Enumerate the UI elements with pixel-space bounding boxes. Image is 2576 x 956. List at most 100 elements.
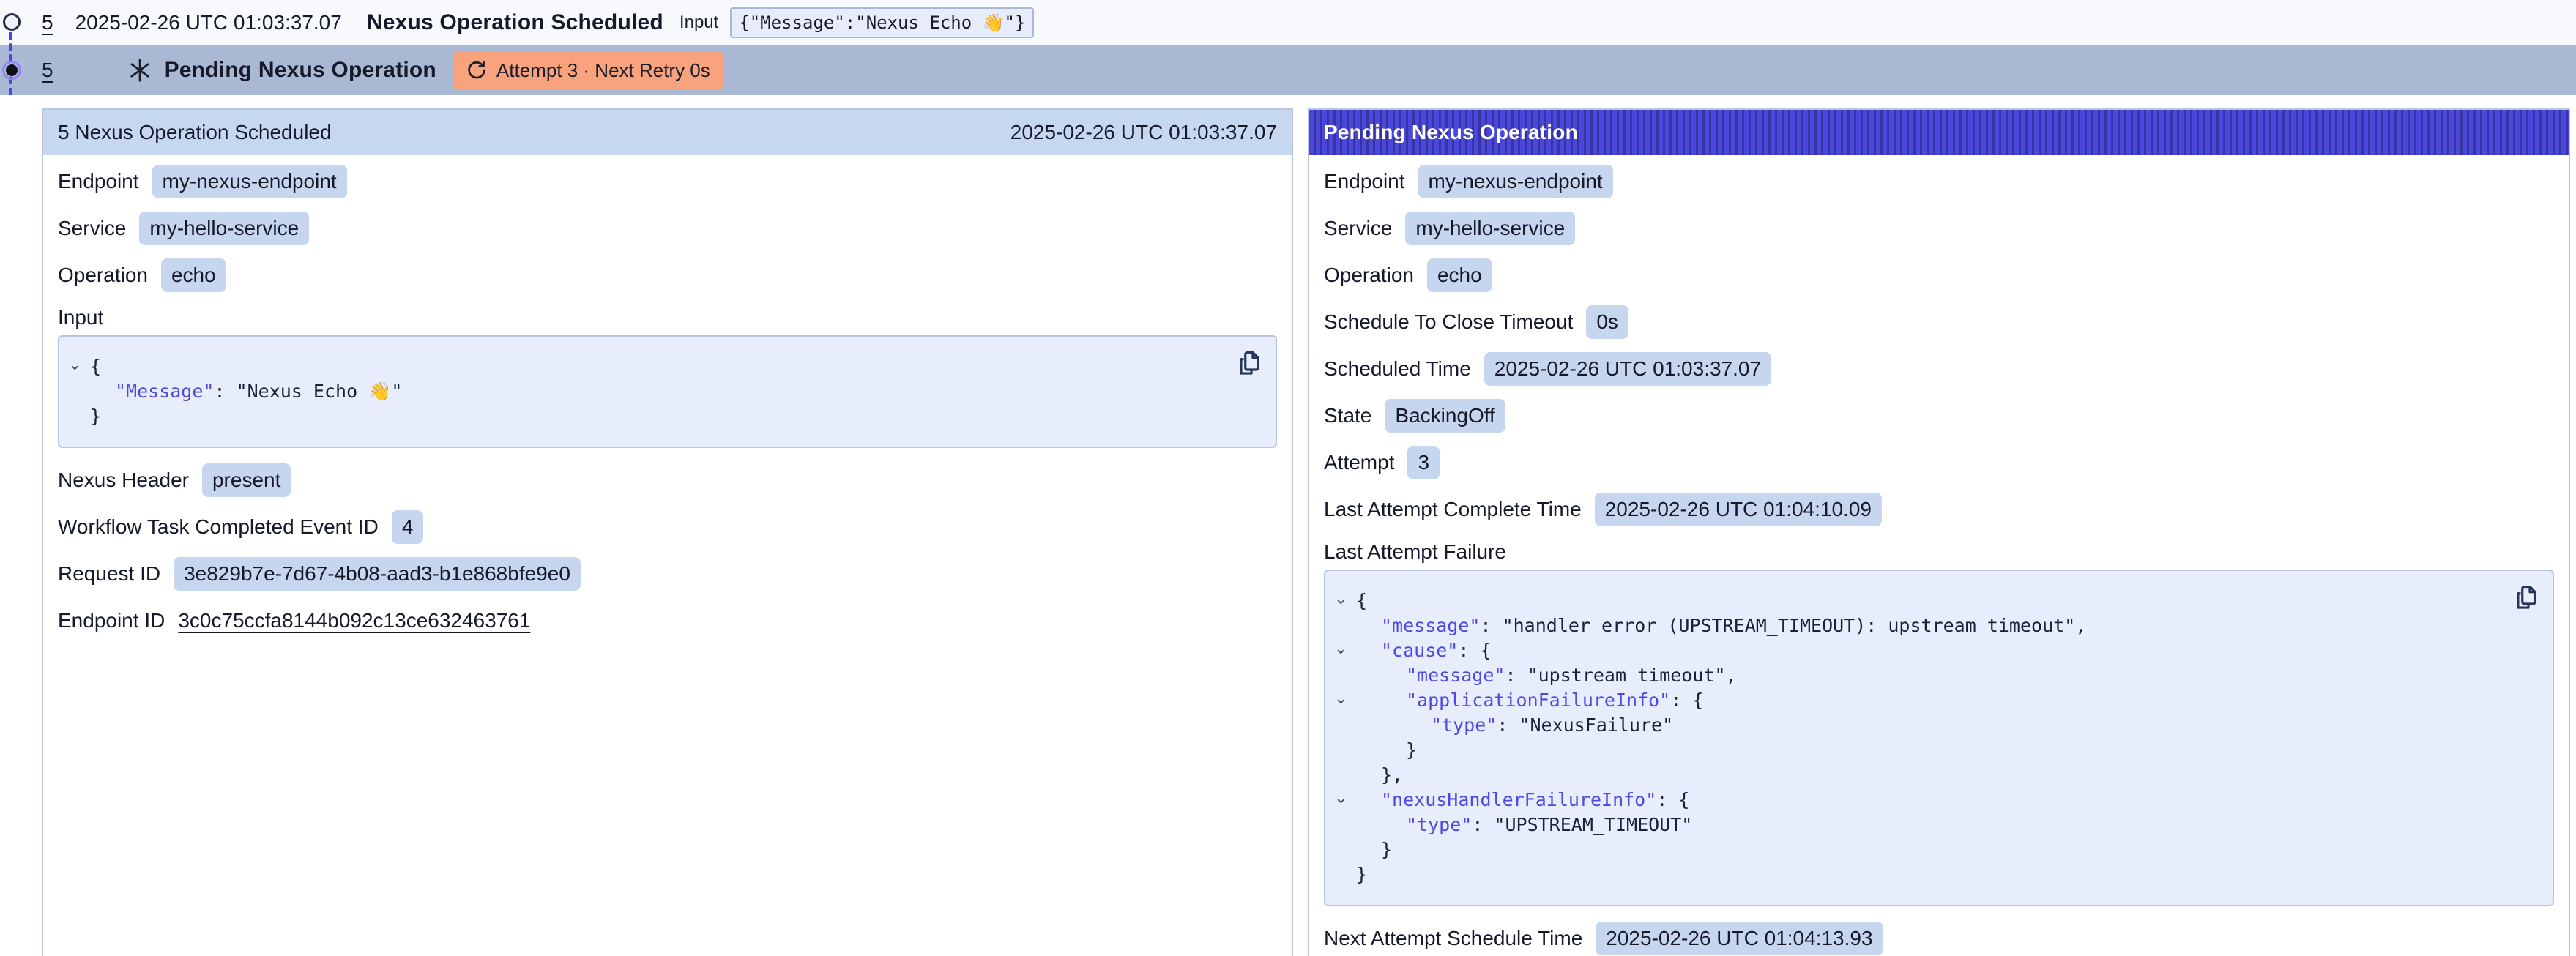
field-value-badge: present <box>202 463 291 497</box>
json-line-text: "type": "UPSTREAM_TIMEOUT" <box>1356 814 1692 835</box>
panel-timestamp: 2025-02-26 UTC 01:03:37.07 <box>1010 121 1277 144</box>
field-label: Last Attempt Complete Time <box>1324 498 1582 521</box>
event-id-link[interactable]: 5 <box>42 11 53 34</box>
field-group: Next Attempt Schedule Time 2025-02-26 UTC… <box>1324 915 2554 956</box>
json-content: ⌄{"message": "handler error (UPSTREAM_TI… <box>1356 589 2501 887</box>
json-line: ⌄{ <box>90 354 1224 379</box>
detail-field-row: Service my-hello-service <box>58 205 1277 252</box>
field-label: Attempt <box>1324 451 1394 474</box>
json-line-text: "type": "NexusFailure" <box>1356 714 1673 736</box>
json-line-text: }, <box>1356 764 1403 785</box>
scheduled-panel-header: 5 Nexus Operation Scheduled 2025-02-26 U… <box>43 110 1292 155</box>
json-line: } <box>1356 862 2501 887</box>
timeline-current-dot-icon <box>2 61 21 80</box>
field-value-badge: my-hello-service <box>1405 212 1575 245</box>
field-value-badge: 2025-02-26 UTC 01:03:37.07 <box>1484 352 1771 386</box>
json-line: ⌄{ <box>1356 589 2501 613</box>
json-line: "type": "NexusFailure" <box>1356 713 2501 738</box>
last-attempt-failure-label: Last Attempt Failure <box>1324 533 2554 570</box>
retry-icon <box>466 59 488 81</box>
timeline-start-circle-icon <box>3 13 21 31</box>
field-value-badge: 4 <box>392 510 424 544</box>
copy-icon[interactable] <box>2512 581 2541 613</box>
json-line: "message": "upstream timeout", <box>1356 663 2501 688</box>
field-group: Endpointmy-nexus-endpoint Service my-hello… <box>58 158 1277 299</box>
panel-title: 5 Nexus Operation Scheduled <box>58 121 332 144</box>
field-label: Next Attempt Schedule Time <box>1324 927 1582 950</box>
detail-field-row: Nexus Header present <box>58 457 1277 504</box>
collapse-chevron-icon[interactable]: ⌄ <box>1334 587 1347 612</box>
field-value-link[interactable]: 3c0c75ccfa8144b092c13ce632463761 <box>178 609 530 632</box>
detail-field-row: Schedule To Close Timeout0s <box>1324 299 2554 346</box>
attempt-retry-badge: Attempt 3 · Next Retry 0s <box>453 52 723 89</box>
event-detail-panel-scheduled: 5 Nexus Operation Scheduled 2025-02-26 U… <box>42 108 1293 956</box>
field-value-badge: BackingOff <box>1385 399 1505 433</box>
field-label: Endpoint ID <box>58 609 165 632</box>
field-label: Operation <box>58 264 148 287</box>
json-line: "message": "handler error (UPSTREAM_TIME… <box>1356 613 2501 638</box>
json-line: } <box>1356 738 2501 763</box>
detail-field-row: Service my-hello-service <box>1324 205 2554 252</box>
field-value-badge: 2025-02-26 UTC 01:04:13.93 <box>1596 922 1883 955</box>
pending-asterisk-icon <box>127 57 153 83</box>
history-row-nexus-operation-scheduled[interactable]: 5 2025-02-26 UTC 01:03:37.07 Nexus Opera… <box>0 0 2576 45</box>
attempt-retry-text: Attempt 3 · Next Retry 0s <box>496 59 710 82</box>
event-title: Nexus Operation Scheduled <box>367 10 663 35</box>
detail-field-row: Last Attempt Complete Time 2025-02-26 UTC… <box>1324 486 2554 533</box>
input-section-label: Input <box>58 299 1277 335</box>
field-value-badge: 2025-02-26 UTC 01:04:10.09 <box>1595 493 1882 526</box>
json-line-text: { <box>1356 590 1367 611</box>
copy-icon[interactable] <box>1235 347 1264 379</box>
field-label: Workflow Task Completed Event ID <box>58 515 379 539</box>
detail-field-row: Endpointmy-nexus-endpoint <box>58 158 1277 205</box>
detail-field-row: Workflow Task Completed Event ID 4 <box>58 504 1277 550</box>
json-line-text: "message": "handler error (UPSTREAM_TIME… <box>1356 615 2086 636</box>
field-value-badge: my-hello-service <box>139 212 309 245</box>
json-line-text: "nexusHandlerFailureInfo": { <box>1356 789 1689 810</box>
json-line: } <box>1356 837 2501 862</box>
detail-field-row: Endpointmy-nexus-endpoint <box>1324 158 2554 205</box>
field-label: Schedule To Close Timeout <box>1324 310 1573 334</box>
history-row-pending-nexus-operation[interactable]: 5 Pending Nexus Operation Attempt 3 · Ne… <box>0 45 2576 95</box>
json-line: "type": "UPSTREAM_TIMEOUT" <box>1356 813 2501 837</box>
event-input-chip[interactable]: {"Message":"Nexus Echo 👋"} <box>730 7 1034 38</box>
json-line: } <box>90 404 1224 429</box>
collapse-chevron-icon[interactable]: ⌄ <box>1334 786 1347 811</box>
json-line-text: "message": "upstream timeout", <box>1356 665 1737 686</box>
field-label: Scheduled Time <box>1324 357 1471 381</box>
json-line-text: } <box>1356 839 1392 860</box>
collapse-chevron-icon[interactable]: ⌄ <box>1334 687 1347 712</box>
json-line: "Message": "Nexus Echo 👋" <box>90 379 1224 404</box>
json-line-text: "Message": "Nexus Echo 👋" <box>90 381 402 402</box>
field-group: Endpointmy-nexus-endpoint Service my-hello… <box>1324 158 2554 533</box>
json-line: ⌄"cause": { <box>1356 638 2501 663</box>
detail-field-row: State BackingOff <box>1324 392 2554 439</box>
event-timestamp: 2025-02-26 UTC 01:03:37.07 <box>75 11 342 34</box>
field-label: Request ID <box>58 562 160 586</box>
json-line-text: } <box>1356 739 1417 761</box>
field-group: Nexus Header present Workflow Task Complet… <box>58 457 1277 644</box>
field-label: Nexus Header <box>58 468 189 492</box>
field-value-badge: echo <box>1427 258 1492 292</box>
json-line-text: } <box>1356 864 1367 885</box>
collapse-chevron-icon[interactable]: ⌄ <box>1334 637 1347 662</box>
json-line-text: "applicationFailureInfo": { <box>1356 690 1703 711</box>
failure-json-viewer: ⌄{"message": "handler error (UPSTREAM_TI… <box>1324 570 2554 906</box>
field-label: Service <box>1324 217 1392 240</box>
json-line: }, <box>1356 763 2501 788</box>
panel-title: Pending Nexus Operation <box>1324 121 1578 144</box>
json-line-text: "cause": { <box>1356 640 1492 661</box>
detail-field-row: Operation echo <box>1324 252 2554 299</box>
pending-panel-header: Pending Nexus Operation <box>1309 110 2569 155</box>
field-label: Service <box>58 217 126 240</box>
detail-field-row: Endpoint ID 3c0c75ccfa8144b092c13ce632463… <box>58 597 1277 644</box>
field-value-badge: 3 <box>1407 446 1440 479</box>
collapse-chevron-icon[interactable]: ⌄ <box>68 353 81 378</box>
json-line: ⌄"nexusHandlerFailureInfo": { <box>1356 788 2501 813</box>
event-id-link[interactable]: 5 <box>42 59 53 82</box>
event-input-label: Input <box>680 12 718 33</box>
json-line-text: } <box>90 406 101 427</box>
field-label: State <box>1324 404 1371 427</box>
field-label: Operation <box>1324 264 1414 287</box>
field-value-badge: my-nexus-endpoint <box>152 165 347 198</box>
